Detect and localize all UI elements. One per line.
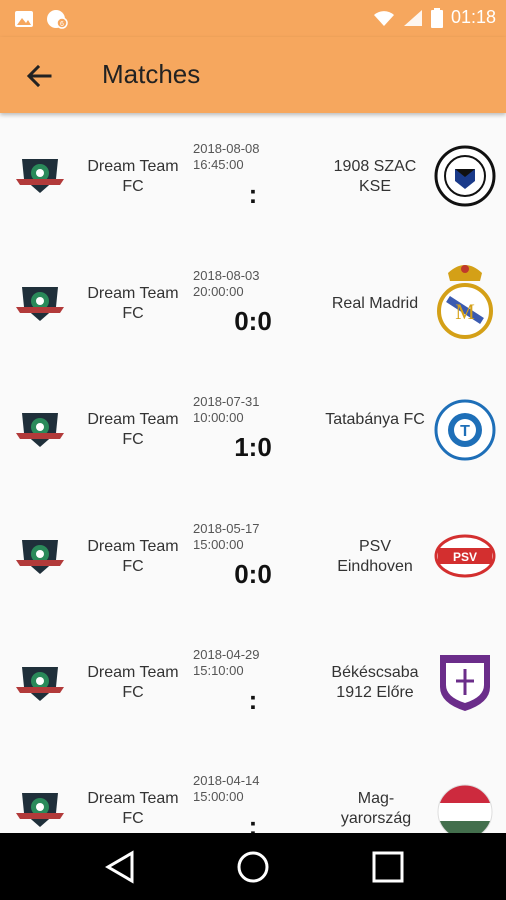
match-date: 2018-08-08: [193, 141, 260, 156]
app-bar: Matches: [0, 37, 506, 113]
match-score: 1:0: [234, 432, 272, 462]
match-row[interactable]: Dream Team FC 2018-04-29 15:10:00 : Béké…: [0, 617, 506, 743]
recents-nav-icon[interactable]: [370, 849, 406, 885]
svg-text:T: T: [460, 423, 470, 440]
match-time: 15:10:00: [193, 663, 244, 678]
dream-team-crest-icon: [16, 159, 64, 193]
real-madrid-logo-icon: M: [437, 265, 493, 339]
home-team-name: Dream Team FC: [87, 285, 179, 322]
clock: 01:18: [450, 7, 496, 27]
szac-logo-icon: [434, 145, 496, 207]
match-score: 0:0: [234, 559, 272, 589]
away-team-name: Tatabánya FC: [325, 411, 425, 428]
match-score: :: [248, 811, 258, 833]
away-team-name: Real Madrid: [331, 295, 419, 312]
match-time: 20:00:00: [193, 284, 244, 299]
match-score: :: [248, 179, 258, 209]
away-team-name: Mag-yarország: [340, 790, 412, 827]
svg-text:M: M: [455, 299, 475, 324]
back-arrow-icon[interactable]: [22, 59, 56, 93]
psv-logo-icon: PSV: [434, 534, 496, 578]
match-row[interactable]: Dream Team FC 2018-04-14 15:00:00 : Mag-…: [0, 743, 506, 833]
home-team-name: Dream Team FC: [87, 664, 179, 701]
status-bar: 6 01:18: [0, 0, 506, 37]
dream-team-crest-icon: [16, 287, 64, 321]
navigation-bar: [0, 833, 506, 900]
hungary-flag-icon: [437, 784, 493, 833]
match-row[interactable]: Dream Team FC 2018-08-03 20:00:00 0:0 Re…: [0, 239, 506, 365]
away-team-name: 1908 SZAC KSE: [333, 158, 417, 195]
home-team-name: Dream Team FC: [87, 538, 179, 575]
image-notification-icon: [15, 11, 33, 27]
match-date: 2018-08-03: [193, 268, 260, 283]
dream-team-crest-icon: [16, 793, 64, 827]
app-notification-icon: 6: [47, 10, 68, 29]
home-team-name: Dream Team FC: [87, 790, 179, 827]
match-score: :: [248, 685, 258, 715]
svg-text:PSV: PSV: [453, 550, 477, 564]
dream-team-crest-icon: [16, 413, 64, 447]
match-date: 2018-07-31: [193, 394, 260, 409]
notification-badge: 6: [60, 21, 64, 28]
match-time: 15:00:00: [193, 789, 244, 804]
match-date: 2018-05-17: [193, 521, 260, 536]
match-row[interactable]: Dream Team FC 2018-08-08 16:45:00 : 1908…: [0, 113, 506, 239]
match-time: 15:00:00: [193, 537, 244, 552]
away-team-name: PSV Eindhoven: [337, 538, 413, 575]
match-time: 10:00:00: [193, 410, 244, 425]
tatabanya-logo-icon: T: [434, 399, 496, 461]
signal-icon: [403, 9, 422, 26]
away-team-name: Békéscsaba 1912 Előre: [331, 664, 419, 701]
match-time: 16:45:00: [193, 157, 244, 172]
dream-team-crest-icon: [16, 540, 64, 574]
wifi-icon: [373, 10, 394, 26]
home-team-name: Dream Team FC: [87, 158, 179, 195]
match-score: 0:0: [234, 306, 272, 336]
back-nav-icon[interactable]: [102, 849, 138, 885]
match-row[interactable]: Dream Team FC 2018-07-31 10:00:00 1:0 Ta…: [0, 365, 506, 491]
bekescsaba-logo-icon: [440, 655, 490, 711]
match-list[interactable]: Dream Team FC 2018-08-08 16:45:00 : 1908…: [0, 113, 506, 833]
match-date: 2018-04-29: [193, 647, 260, 662]
battery-icon: [430, 7, 443, 28]
home-nav-icon[interactable]: [235, 849, 271, 885]
home-team-name: Dream Team FC: [87, 411, 179, 448]
page-title: Matches: [102, 59, 201, 89]
match-row[interactable]: Dream Team FC 2018-05-17 15:00:00 0:0 PS…: [0, 491, 506, 617]
dream-team-crest-icon: [16, 667, 64, 701]
match-date: 2018-04-14: [193, 773, 260, 788]
